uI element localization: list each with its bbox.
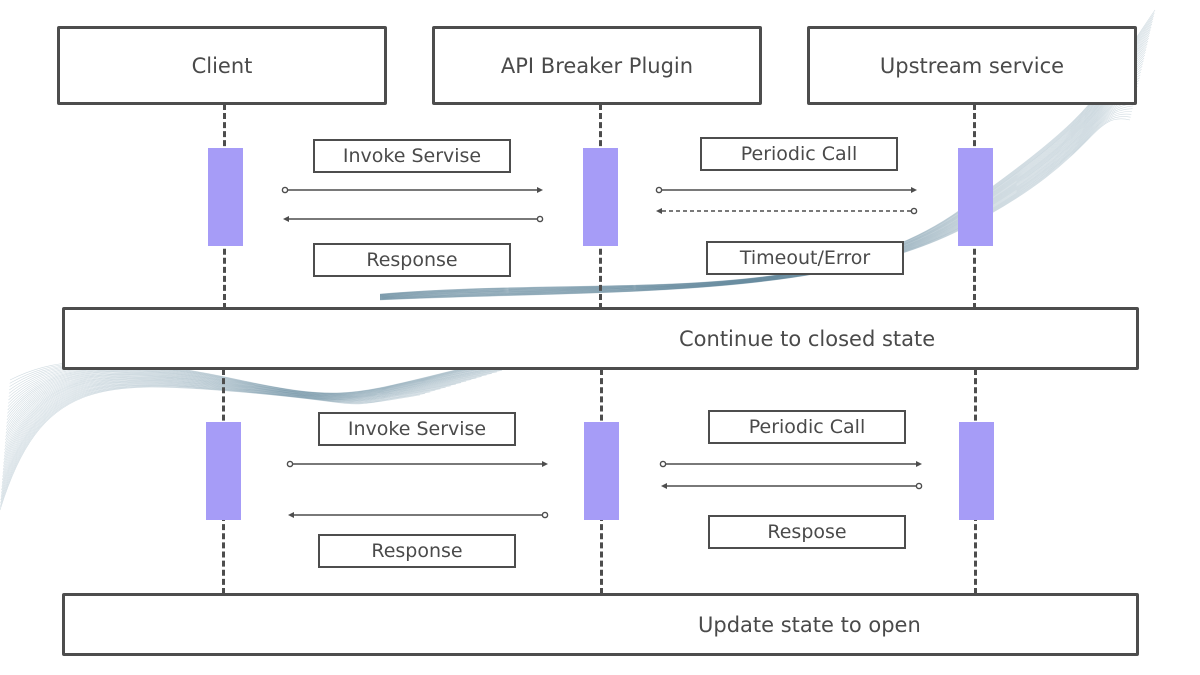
- arrow-origin-dot: [915, 482, 923, 490]
- arrow-head: [283, 216, 289, 222]
- arrow-origin-dot: [281, 186, 289, 194]
- arrow-respose: [661, 482, 923, 490]
- arrow-invoke-service-2: [286, 460, 548, 468]
- arrow-origin-dot: [910, 207, 918, 215]
- arrow-head: [911, 187, 917, 193]
- arrow-response-1: [283, 215, 544, 223]
- arrow-response-2: [288, 511, 549, 519]
- arrow-origin-dot: [541, 511, 549, 519]
- arrow-timeout-error: [656, 207, 918, 215]
- arrow-head: [656, 208, 662, 214]
- arrow-head: [288, 512, 294, 518]
- arrow-origin-dot: [286, 460, 294, 468]
- arrow-head: [661, 483, 667, 489]
- message-arrows: [281, 186, 923, 519]
- arrow-invoke-service-1: [281, 186, 543, 194]
- arrow-origin-dot: [659, 460, 667, 468]
- arrow-head: [916, 461, 922, 467]
- arrow-origin-dot: [536, 215, 544, 223]
- arrow-head: [542, 461, 548, 467]
- arrow-periodic-call-1: [655, 186, 917, 194]
- arrow-periodic-call-2: [659, 460, 922, 468]
- arrow-head: [537, 187, 543, 193]
- sequence-diagram: Client API Breaker Plugin Upstream servi…: [0, 0, 1200, 675]
- arrow-origin-dot: [655, 186, 663, 194]
